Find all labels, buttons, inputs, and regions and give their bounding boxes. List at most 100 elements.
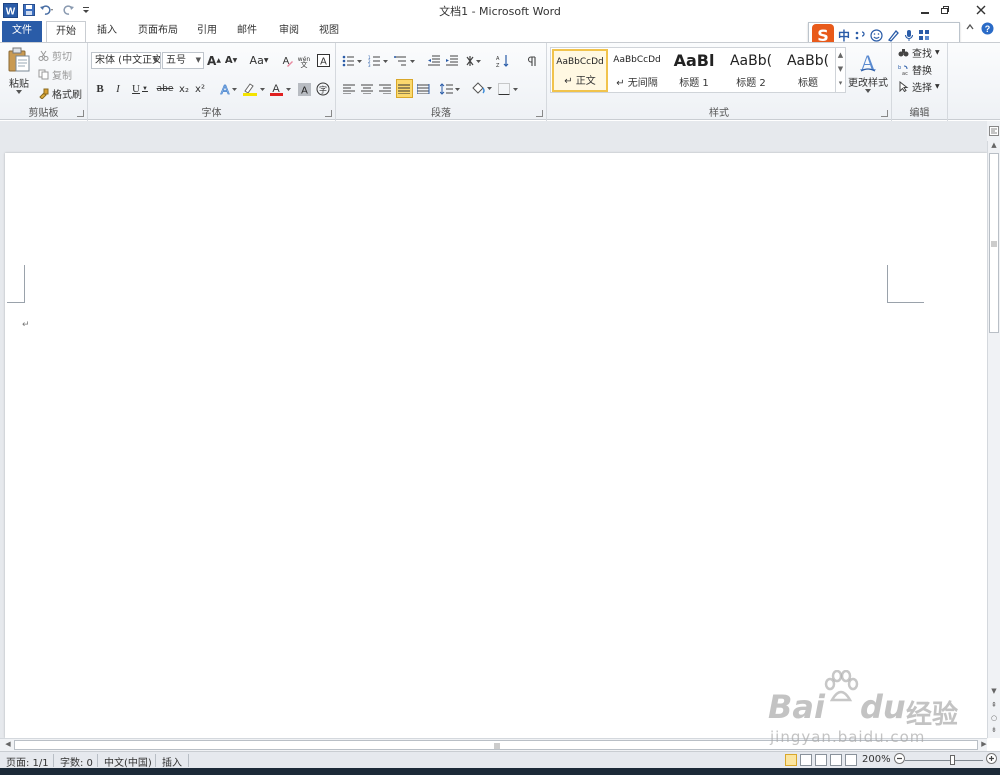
- chevron-down-icon[interactable]: ▼: [836, 62, 845, 76]
- full-screen-reading-view-icon[interactable]: [800, 754, 812, 766]
- zoom-level[interactable]: 200%: [862, 754, 891, 765]
- distributed-button[interactable]: [416, 80, 430, 97]
- increase-indent-button[interactable]: [444, 52, 460, 69]
- cut-button[interactable]: 剪切: [38, 48, 72, 63]
- tab-view[interactable]: 视图: [310, 21, 348, 42]
- clear-formatting-button[interactable]: A: [280, 52, 294, 69]
- font-color-button[interactable]: A: [269, 80, 293, 98]
- select-button[interactable]: 选择 ▼: [898, 79, 940, 94]
- style-no-spacing[interactable]: AaBbCcDd ↵ 无间隔: [609, 49, 665, 92]
- more-icon[interactable]: ▾: [836, 76, 845, 90]
- emoji-icon[interactable]: [870, 28, 883, 42]
- shrink-font-button[interactable]: A ▼: [224, 52, 238, 69]
- bullets-button[interactable]: [342, 52, 364, 69]
- style-heading-1[interactable]: AaBl 标题 1: [666, 49, 722, 92]
- toolbox-icon[interactable]: [918, 29, 930, 41]
- tab-home[interactable]: 开始: [46, 21, 86, 43]
- replace-button[interactable]: b ac 替换: [898, 62, 932, 77]
- styles-launcher-icon[interactable]: [881, 110, 888, 117]
- font-name-combo[interactable]: 宋体 (中文正文) ▼: [91, 52, 161, 69]
- tab-references[interactable]: 引用: [188, 21, 226, 42]
- subscript-button[interactable]: x₂: [178, 80, 190, 98]
- strikethrough-button[interactable]: abe: [156, 80, 174, 98]
- style-normal[interactable]: AaBbCcDd ↵ 正文: [552, 49, 608, 92]
- status-insert-mode[interactable]: 插入: [162, 754, 182, 769]
- next-page-icon[interactable]: ⇟: [988, 726, 1000, 737]
- paste-button[interactable]: 粘贴: [5, 46, 33, 94]
- browse-object-icon[interactable]: ○: [988, 714, 1000, 725]
- character-border-button[interactable]: A: [316, 52, 330, 69]
- align-center-button[interactable]: [360, 80, 374, 97]
- font-launcher-icon[interactable]: [325, 110, 332, 117]
- chinese-layout-button[interactable]: [466, 52, 488, 69]
- punctuation-icon[interactable]: [854, 29, 866, 41]
- paragraph-launcher-icon[interactable]: [536, 110, 543, 117]
- scroll-down-icon[interactable]: ▼: [988, 687, 1000, 698]
- vertical-scroll-thumb[interactable]: [989, 153, 999, 333]
- tab-review[interactable]: 审阅: [270, 21, 308, 42]
- restore-button[interactable]: [930, 0, 960, 20]
- italic-button[interactable]: I: [112, 80, 124, 98]
- zoom-slider[interactable]: [905, 760, 983, 761]
- document-page[interactable]: ↵: [5, 153, 987, 738]
- line-spacing-button[interactable]: [440, 80, 462, 97]
- style-title[interactable]: AaBb( 标题: [780, 49, 836, 92]
- show-formatting-marks-button[interactable]: [526, 52, 538, 69]
- minimize-ribbon-icon[interactable]: [965, 22, 975, 35]
- print-layout-view-icon[interactable]: [785, 754, 797, 766]
- scroll-left-icon[interactable]: ◀: [2, 740, 14, 751]
- zoom-slider-thumb[interactable]: [950, 755, 955, 765]
- grow-font-button[interactable]: A ▲: [207, 52, 221, 69]
- style-heading-2[interactable]: AaBb( 标题 2: [723, 49, 779, 92]
- decrease-indent-button[interactable]: [426, 52, 442, 69]
- zoom-out-icon[interactable]: [894, 753, 905, 764]
- web-layout-view-icon[interactable]: [815, 754, 827, 766]
- draft-view-icon[interactable]: [845, 754, 857, 766]
- status-page[interactable]: 页面: 1/1: [6, 754, 49, 769]
- ruler-toggle-icon[interactable]: [987, 121, 1000, 141]
- numbering-button[interactable]: 123: [368, 52, 390, 69]
- scroll-up-icon[interactable]: ▲: [988, 141, 1000, 152]
- status-word-count[interactable]: 字数: 0: [60, 754, 93, 769]
- status-language[interactable]: 中文(中国): [104, 754, 152, 769]
- superscript-button[interactable]: x²: [194, 80, 206, 98]
- align-left-button[interactable]: [342, 80, 356, 97]
- format-painter-button[interactable]: 格式刷: [38, 86, 82, 101]
- bold-button[interactable]: B: [94, 80, 106, 98]
- chevron-up-icon[interactable]: ▲: [836, 48, 845, 62]
- skin-icon[interactable]: [887, 29, 900, 42]
- styles-gallery-scroll[interactable]: ▲ ▼ ▾: [835, 48, 845, 92]
- text-effects-button[interactable]: A: [218, 80, 238, 98]
- tab-page-layout[interactable]: 页面布局: [130, 21, 186, 42]
- enclose-characters-button[interactable]: 字: [316, 80, 330, 98]
- clear-formatting-icon: A: [283, 56, 293, 67]
- outline-view-icon[interactable]: [830, 754, 842, 766]
- multilevel-list-button[interactable]: [394, 52, 418, 69]
- character-shading-button[interactable]: A: [297, 80, 311, 98]
- ime-mode-toggle[interactable]: 中: [838, 27, 850, 44]
- help-icon[interactable]: ?: [981, 22, 994, 35]
- scroll-right-icon[interactable]: ▶: [978, 740, 990, 751]
- tab-mailings[interactable]: 邮件: [228, 21, 266, 42]
- vertical-scrollbar[interactable]: ▲ ▼ ⇞ ○ ⇟: [987, 141, 1000, 738]
- previous-page-icon[interactable]: ⇞: [988, 701, 1000, 712]
- voice-input-icon[interactable]: [904, 29, 914, 42]
- close-button[interactable]: [966, 0, 996, 20]
- find-button[interactable]: 查找 ▼: [898, 45, 940, 60]
- underline-button[interactable]: U ▼: [130, 80, 150, 98]
- change-case-button[interactable]: Aa ▼: [248, 52, 270, 69]
- borders-button[interactable]: [498, 80, 522, 97]
- align-right-button[interactable]: [378, 80, 392, 97]
- phonetic-guide-button[interactable]: wén 文: [297, 52, 311, 69]
- highlight-color-button[interactable]: [242, 80, 266, 98]
- change-styles-button[interactable]: A 更改样式: [846, 46, 890, 96]
- shading-button[interactable]: [470, 80, 494, 97]
- copy-button[interactable]: 复制: [38, 67, 72, 82]
- tab-file[interactable]: 文件: [2, 21, 42, 42]
- tab-insert[interactable]: 插入: [88, 21, 126, 42]
- clipboard-launcher-icon[interactable]: [77, 110, 84, 117]
- zoom-in-icon[interactable]: [986, 753, 997, 764]
- font-size-combo[interactable]: 五号 ▼: [162, 52, 204, 69]
- justify-button[interactable]: [396, 79, 413, 98]
- sort-button[interactable]: AZ: [496, 52, 512, 69]
